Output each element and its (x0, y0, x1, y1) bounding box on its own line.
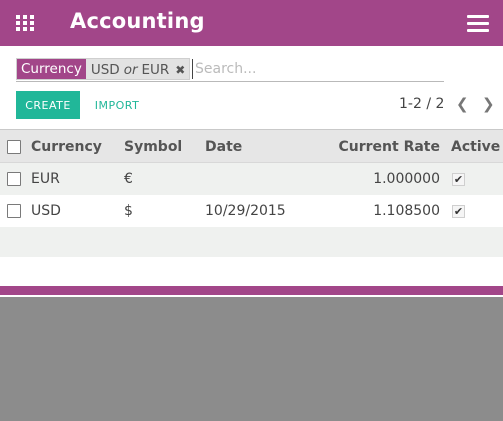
column-header-current-rate[interactable]: Current Rate (339, 139, 441, 155)
facet-value: EUR (141, 61, 170, 78)
empty-table-row (0, 257, 503, 287)
chevron-right-icon[interactable]: ❯ (482, 95, 495, 113)
facet-value: USD (90, 61, 120, 78)
cell-currency: EUR (31, 171, 60, 187)
select-all-checkbox[interactable] (7, 140, 21, 154)
empty-table-row (0, 227, 503, 257)
column-header-currency[interactable]: Currency (31, 139, 102, 155)
row-checkbox[interactable] (7, 204, 21, 218)
close-icon[interactable]: ✖ (175, 62, 185, 79)
create-button[interactable]: CREATE (16, 91, 80, 119)
cell-symbol: € (124, 171, 133, 187)
import-button[interactable]: IMPORT (88, 91, 146, 119)
cell-currency: USD (31, 203, 61, 219)
search-facet[interactable]: Currency USD or EUR ✖ (16, 58, 191, 80)
pager-value[interactable]: 1-2 / 2 (399, 96, 444, 112)
facet-category: Currency (17, 59, 86, 79)
currency-table: Currency Symbol Date Current Rate Active… (0, 129, 503, 287)
column-header-active[interactable]: Active (451, 139, 500, 155)
column-header-date[interactable]: Date (205, 139, 242, 155)
apps-grid-icon[interactable] (16, 15, 34, 31)
cell-current-rate: 1.108500 (373, 203, 440, 219)
check-icon: ✔ (452, 205, 465, 218)
top-navbar: Accounting (0, 0, 503, 46)
facet-or: or (123, 61, 138, 78)
search-input[interactable] (192, 59, 442, 79)
app-window: Accounting Currency USD or EUR ✖ CREATE … (0, 0, 503, 297)
search-bar: Currency USD or EUR ✖ (16, 58, 444, 82)
table-row[interactable]: EUR € 1.000000 ✔ (0, 163, 503, 195)
check-icon: ✔ (452, 173, 465, 186)
table-header: Currency Symbol Date Current Rate Active (0, 129, 503, 163)
facet-values: USD or EUR ✖ (86, 59, 190, 79)
column-header-symbol[interactable]: Symbol (124, 139, 182, 155)
table-row[interactable]: USD $ 10/29/2015 1.108500 ✔ (0, 195, 503, 227)
row-checkbox[interactable] (7, 172, 21, 186)
cell-current-rate: 1.000000 (373, 171, 440, 187)
hamburger-menu-icon[interactable] (467, 15, 489, 32)
cell-symbol: $ (124, 203, 133, 219)
app-title: Accounting (70, 9, 205, 33)
cell-date: 10/29/2015 (205, 203, 286, 219)
bottom-accent-bar (0, 286, 503, 295)
chevron-left-icon[interactable]: ❮ (456, 95, 469, 113)
